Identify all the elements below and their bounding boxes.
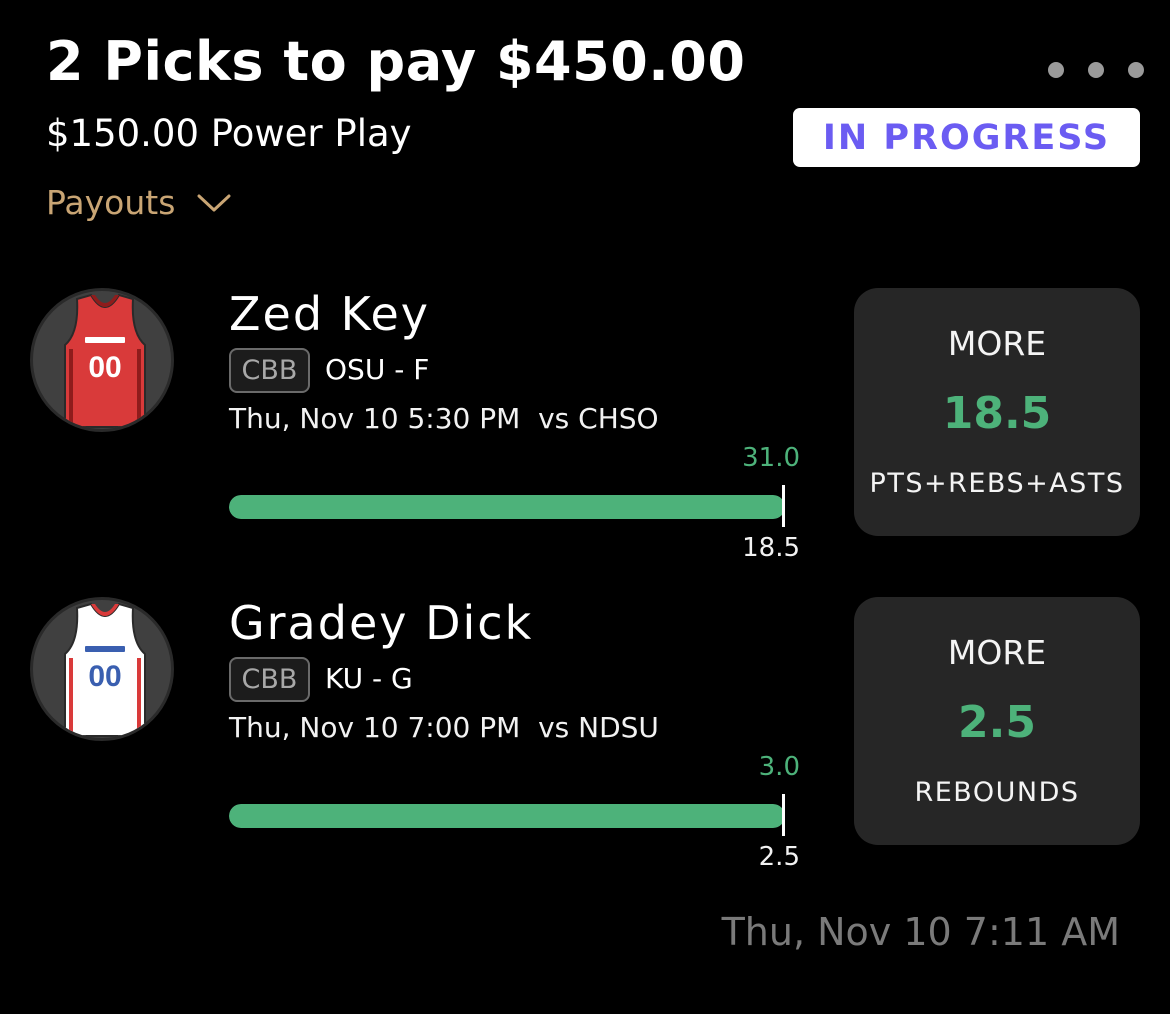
line-marker xyxy=(782,485,785,527)
payouts-toggle[interactable]: Payouts xyxy=(46,183,231,222)
status-badge: IN PROGRESS xyxy=(793,108,1140,167)
league-tag: CBB xyxy=(229,657,310,702)
progress-bar xyxy=(229,804,785,828)
jersey-icon: 00 xyxy=(64,293,146,428)
entry-subtitle: $150.00 Power Play xyxy=(46,112,412,155)
pick-direction: MORE xyxy=(947,633,1047,672)
player-avatar: 00 xyxy=(30,597,174,741)
line-value: 18.5 xyxy=(742,533,800,563)
entry-title: 2 Picks to pay $450.00 xyxy=(46,30,746,93)
pick-direction: MORE xyxy=(947,324,1047,363)
entry-detail-screen: 2 Picks to pay $450.00 $150.00 Power Pla… xyxy=(0,0,1170,1014)
team-position: OSU - F xyxy=(325,353,430,386)
progress-fill xyxy=(229,495,785,519)
player-name: Gradey Dick xyxy=(229,596,534,650)
jersey-number: 00 xyxy=(88,660,121,693)
dot xyxy=(1088,62,1104,78)
entry-timestamp: Thu, Nov 10 7:11 AM xyxy=(721,910,1120,954)
projection-line: 2.5 xyxy=(958,697,1036,748)
progress-fill xyxy=(229,804,785,828)
more-options-icon[interactable] xyxy=(1048,58,1144,82)
projection-line: 18.5 xyxy=(942,388,1052,439)
pick-card[interactable]: 00 Zed Key CBB OSU - F Thu, Nov 10 5:30 … xyxy=(0,285,1170,585)
payouts-label: Payouts xyxy=(46,183,176,222)
progress-bar xyxy=(229,495,785,519)
dot xyxy=(1048,62,1064,78)
projection-card[interactable]: MORE 2.5 REBOUNDS xyxy=(854,597,1140,845)
player-avatar: 00 xyxy=(30,288,174,432)
dot xyxy=(1128,62,1144,78)
jersey-number: 00 xyxy=(88,351,121,384)
actual-value: 3.0 xyxy=(758,752,800,782)
team-position: KU - G xyxy=(325,662,413,695)
game-time: Thu, Nov 10 5:30 PM vs CHSO xyxy=(229,402,659,435)
line-value: 2.5 xyxy=(758,842,800,872)
pick-card[interactable]: 00 Gradey Dick CBB KU - G Thu, Nov 10 7:… xyxy=(0,594,1170,894)
game-time: Thu, Nov 10 7:00 PM vs NDSU xyxy=(229,711,659,744)
projection-card[interactable]: MORE 18.5 PTS+REBS+ASTS xyxy=(854,288,1140,536)
jersey-icon: 00 xyxy=(64,602,146,737)
player-name: Zed Key xyxy=(229,287,431,341)
league-tag: CBB xyxy=(229,348,310,393)
actual-value: 31.0 xyxy=(742,443,800,473)
stat-type: REBOUNDS xyxy=(914,777,1080,808)
chevron-down-icon xyxy=(197,194,231,211)
stat-type: PTS+REBS+ASTS xyxy=(869,468,1125,499)
line-marker xyxy=(782,794,785,836)
